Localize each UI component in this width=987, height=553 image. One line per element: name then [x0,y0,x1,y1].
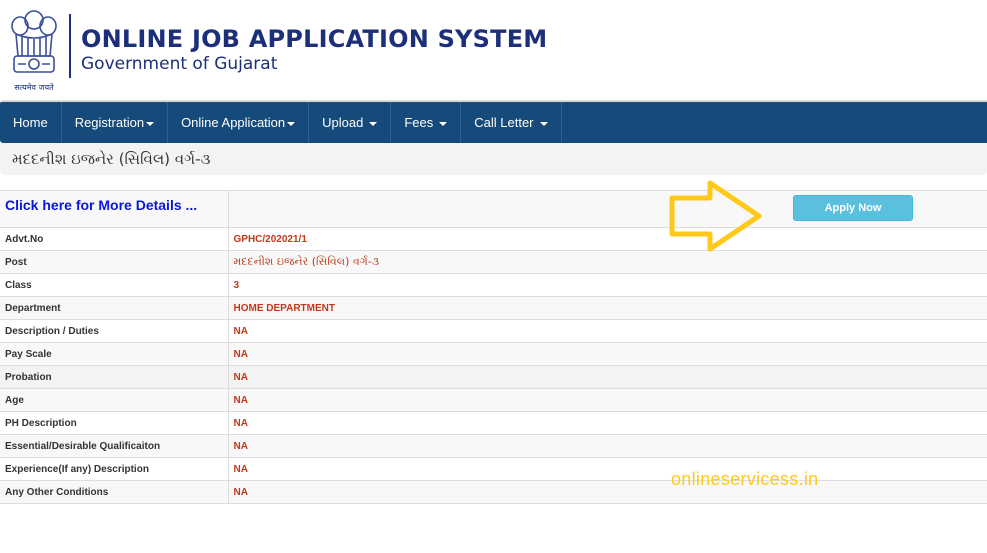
site-subtitle: Government of Gujarat [81,54,278,74]
row-label: Age [0,388,229,412]
table-row: Advt.No GPHC/202021/1 [0,227,987,251]
row-value-experience: NA [228,457,987,481]
row-label: Any Other Conditions [0,480,229,504]
apply-now-button[interactable]: Apply Now [793,195,913,221]
national-emblem-icon [11,10,57,73]
post-title: મદદનીશ ઇજનેર (સિવિલ) વર્ગ-૩ [12,150,211,168]
row-label: Description / Duties [0,319,229,343]
nav-upload-dropdown[interactable]: Upload [309,102,392,143]
nav-call-letter-label: Call Letter [474,115,534,130]
table-row: PH Description NA [0,411,987,435]
caret-down-icon [439,121,448,126]
nav-fees-label: Fees [404,115,434,130]
main-navbar: Home Registration Online Application Upl… [0,100,987,143]
nav-online-application-dropdown[interactable]: Online Application [168,102,310,143]
more-details-cell: Click here for More Details ... [0,190,229,228]
table-row: Any Other Conditions NA [0,480,987,504]
national-emblem-logo: सत्यमेव जयते [8,6,60,92]
row-value-advt-no: GPHC/202021/1 [228,227,987,251]
row-label: Essential/Desirable Qualificaiton [0,434,229,458]
caret-down-icon [287,121,296,126]
row-label: Post [0,250,229,274]
emblem-motto: सत्यमेव जयते [14,83,54,92]
caret-down-icon [539,121,548,126]
nav-registration-dropdown[interactable]: Registration [62,102,169,143]
table-row: Class 3 [0,273,987,297]
row-label: Pay Scale [0,342,229,366]
table-row: Experience(If any) Description NA [0,457,987,481]
nav-call-letter-dropdown[interactable]: Call Letter [461,102,562,143]
table-row: Probation NA [0,365,987,389]
row-value-description: NA [228,319,987,343]
row-value-qualification: NA [228,434,987,458]
row-value-class: 3 [228,273,987,297]
row-value-probation: NA [228,365,987,389]
watermark-text: onlineservicess.in [671,469,819,489]
table-row: Department HOME DEPARTMENT [0,296,987,320]
caret-down-icon [146,121,155,126]
nav-home[interactable]: Home [0,102,62,143]
row-value-pay-scale: NA [228,342,987,366]
more-details-link[interactable]: Click here for More Details ... [5,197,197,213]
site-header: सत्यमेव जयते ONLINE JOB APPLICATION SYST… [0,0,987,100]
table-row: Age NA [0,388,987,412]
nav-fees-dropdown[interactable]: Fees [391,102,462,143]
job-details-table: Click here for More Details ... Advt.No … [0,190,987,504]
table-row: Post મદદનીશ ઇજનેર (સિવિલ) વર્ગ-૩ [0,250,987,274]
row-value-ph-description: NA [228,411,987,435]
site-title: ONLINE JOB APPLICATION SYSTEM [81,25,548,53]
nav-home-label: Home [13,115,48,130]
row-label: PH Description [0,411,229,435]
row-value-other-conditions: NA [228,480,987,504]
row-label: Experience(If any) Description [0,457,229,481]
row-label: Class [0,273,229,297]
right-arrow-outline-icon [669,180,762,252]
row-label: Department [0,296,229,320]
nav-registration-label: Registration [74,115,145,130]
nav-online-application-label: Online Application [181,115,286,130]
post-title-bar: મદદનીશ ઇજનેર (સિવિલ) વર્ગ-૩ [0,143,987,175]
table-row: Pay Scale NA [0,342,987,366]
row-value-department: HOME DEPARTMENT [228,296,987,320]
row-value-post: મદદનીશ ઇજનેર (સિવિલ) વર્ગ-૩ [228,250,987,274]
row-label: Probation [0,365,229,389]
row-label: Advt.No [0,227,229,251]
row-value-age: NA [228,388,987,412]
table-row: Essential/Desirable Qualificaiton NA [0,434,987,458]
header-divider [69,14,71,78]
nav-upload-label: Upload [322,115,364,130]
table-row: Description / Duties NA [0,319,987,343]
caret-down-icon [369,121,378,126]
